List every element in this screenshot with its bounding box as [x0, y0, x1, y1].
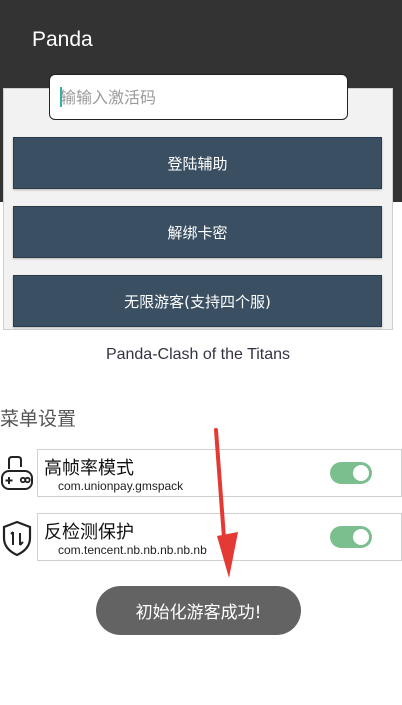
- high-fps-toggle[interactable]: [330, 462, 372, 484]
- app-title: Panda: [32, 28, 93, 51]
- menu-item-anti-detection[interactable]: 反检测保护 com.tencent.nb.nb.nb.nb.nb: [0, 513, 402, 563]
- menu-item-package: com.tencent.nb.nb.nb.nb.nb: [58, 543, 207, 557]
- activation-code-input[interactable]: [49, 74, 348, 120]
- shield-icon: [2, 520, 32, 557]
- red-annotation-arrow: [214, 428, 238, 578]
- menu-item-title: 高帧率模式: [44, 458, 134, 479]
- menu-item-package: com.unionpay.gmspack: [58, 479, 184, 493]
- login-assist-button[interactable]: 登陆辅助: [13, 137, 382, 189]
- gamepad-icon: [1, 456, 33, 490]
- menu-item-high-fps[interactable]: 高帧率模式 com.unionpay.gmspack: [0, 449, 402, 499]
- text-cursor: [60, 87, 62, 107]
- menu-item-title: 反检测保护: [44, 522, 134, 543]
- anti-detection-toggle[interactable]: [330, 526, 372, 548]
- app-subtitle: Panda-Clash of the Titans: [105, 346, 291, 363]
- menu-settings-heading: 菜单设置: [0, 408, 77, 430]
- unbind-card-button[interactable]: 解绑卡密: [13, 206, 382, 258]
- unlimited-guest-button[interactable]: 无限游客(支持四个服): [13, 275, 382, 327]
- toast-message: 初始化游客成功!: [96, 586, 301, 635]
- toggle-knob: [353, 465, 369, 481]
- toggle-knob: [353, 529, 369, 545]
